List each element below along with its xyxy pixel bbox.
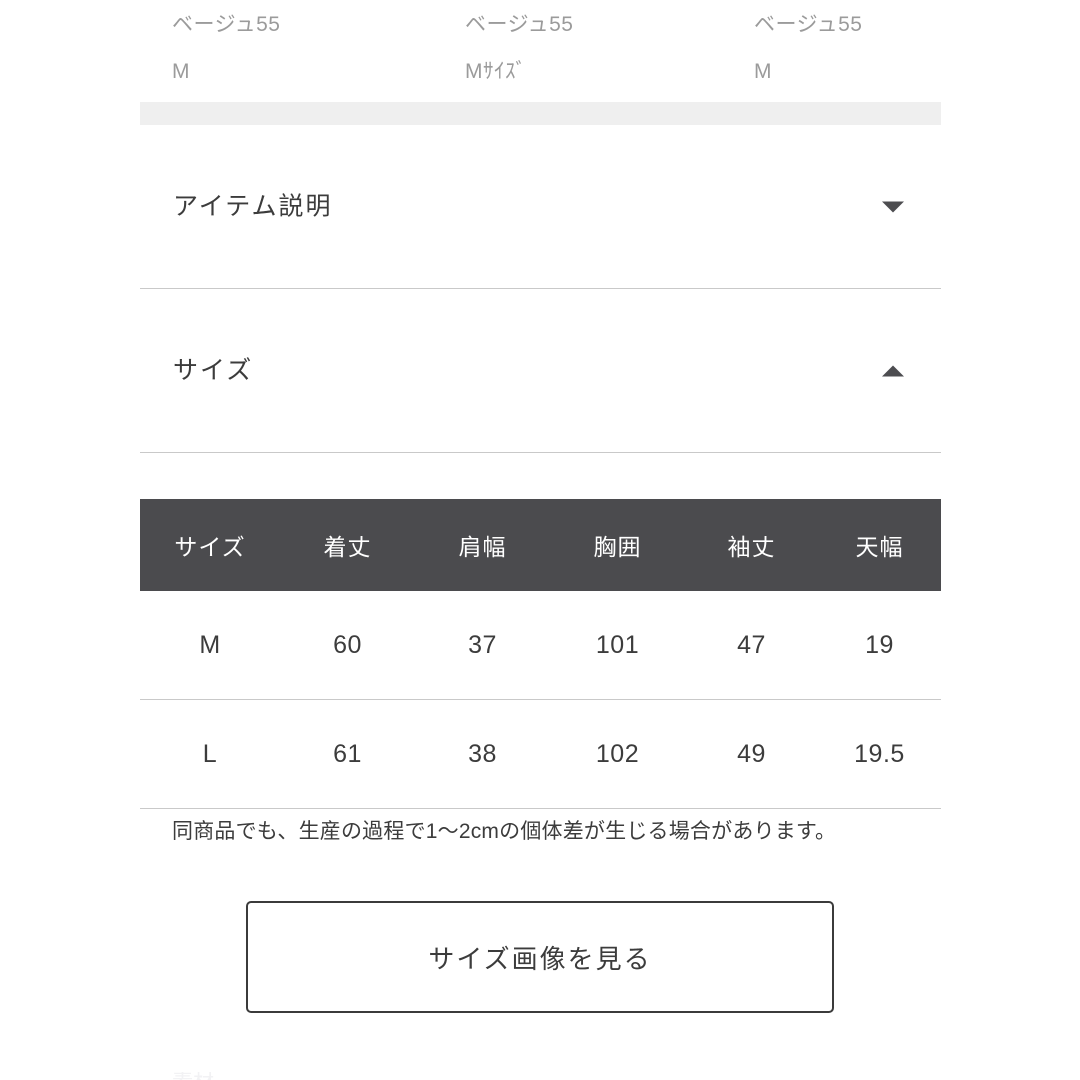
table-row: L 61 38 102 49 19.5	[140, 699, 941, 808]
top-width-cell: 19.5	[818, 699, 941, 808]
size-table-header-cell: サイズ	[140, 499, 280, 591]
accordion-label: サイズ	[173, 356, 254, 384]
variation-item-0[interactable]: ベージュ55 M	[172, 0, 280, 82]
size-table-header-cell: 天幅	[818, 499, 941, 591]
size-table-header-cell: 肩幅	[415, 499, 550, 591]
variation-row: ベージュ55 M ベージュ55 Mｻｲｽﾞ ベージュ55 M	[140, 0, 941, 102]
next-section-cutoff: 素材	[172, 1072, 872, 1080]
length-cell: 61	[280, 699, 415, 808]
length-cell: 60	[280, 591, 415, 700]
size-table: サイズ 着丈 肩幅 胸囲 袖丈 天幅 M 60 37 101 47 19 L 6…	[140, 499, 941, 808]
shoulder-cell: 37	[415, 591, 550, 700]
variation-item-2[interactable]: ベージュ55 M	[754, 0, 862, 82]
variation-color-label: ベージュ55	[754, 13, 863, 36]
size-table-body: M 60 37 101 47 19 L 61 38 102 49 19.5	[140, 591, 941, 808]
chevron-up-icon[interactable]	[882, 365, 904, 376]
size-table-header-cell: 袖丈	[685, 499, 818, 591]
sleeve-cell: 49	[685, 699, 818, 808]
variation-item-1[interactable]: ベージュ55 Mｻｲｽﾞ	[465, 0, 573, 82]
section-separator-band	[140, 102, 941, 125]
top-width-cell: 19	[818, 591, 941, 700]
size-table-header-cell: 着丈	[280, 499, 415, 591]
table-row: M 60 37 101 47 19	[140, 591, 941, 700]
variation-summary: ベージュ55 M ベージュ55 Mｻｲｽﾞ ベージュ55 M	[140, 0, 941, 102]
size-table-header-cell: 胸囲	[550, 499, 685, 591]
shoulder-cell: 38	[415, 699, 550, 808]
size-cell: M	[140, 591, 280, 700]
size-table-head: サイズ 着丈 肩幅 胸囲 袖丈 天幅	[140, 499, 941, 591]
accordion-item-size[interactable]: サイズ	[140, 289, 941, 452]
chest-cell: 101	[550, 591, 685, 700]
chevron-down-icon[interactable]	[882, 201, 904, 212]
variation-size-label: Mｻｲｽﾞ	[465, 60, 527, 83]
chest-cell: 102	[550, 699, 685, 808]
variation-color-label: ベージュ55	[172, 13, 281, 36]
variation-size-label: M	[172, 60, 190, 83]
variation-color-label: ベージュ55	[465, 13, 574, 36]
view-size-image-button[interactable]: サイズ画像を見る	[246, 901, 834, 1013]
sleeve-cell: 47	[685, 591, 818, 700]
size-table-header-row: サイズ 着丈 肩幅 胸囲 袖丈 天幅	[140, 499, 941, 591]
size-cell: L	[140, 699, 280, 808]
product-detail-page: ベージュ55 M ベージュ55 Mｻｲｽﾞ ベージュ55 M アイテム説明 サイ…	[0, 0, 1080, 1080]
divider	[140, 808, 941, 809]
size-note: 同商品でも、生産の過程で1〜2cmの個体差が生じる場合があります。	[172, 820, 837, 843]
accordion-label: アイテム説明	[173, 192, 333, 220]
variation-size-label: M	[754, 60, 772, 83]
accordion-item-description[interactable]: アイテム説明	[140, 125, 941, 288]
divider	[140, 452, 941, 453]
